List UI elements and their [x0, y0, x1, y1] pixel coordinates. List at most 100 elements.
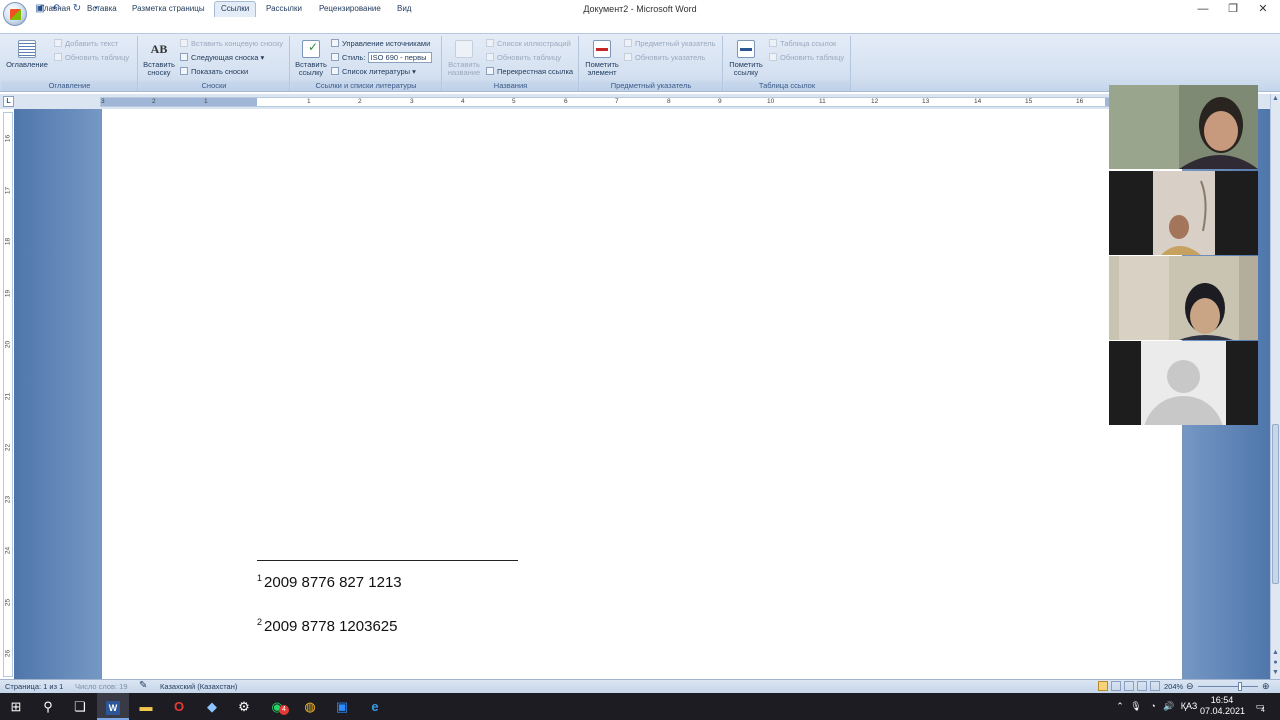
- zoom-out-icon[interactable]: ⊖: [1186, 681, 1194, 692]
- mark-citation-icon: [737, 40, 755, 58]
- manage-sources-button[interactable]: Управление источниками: [331, 38, 430, 49]
- insert-footnote-button[interactable]: AB Вставить сноску: [141, 40, 177, 77]
- zoom-slider-thumb[interactable]: [1238, 682, 1242, 691]
- notifications-icon[interactable]: ▭ 4: [1250, 693, 1270, 720]
- input-language[interactable]: ҚАЗ: [1178, 693, 1200, 720]
- zoom-in-icon[interactable]: ⊕: [1262, 681, 1270, 692]
- restore-icon[interactable]: ❐: [1218, 0, 1248, 18]
- mark-entry-button[interactable]: Пометить элемент: [582, 40, 622, 77]
- clock[interactable]: 16:54 07.04.2021: [1200, 693, 1245, 720]
- search-icon[interactable]: ⚲: [32, 693, 64, 720]
- toc-button[interactable]: Оглавление: [4, 40, 50, 69]
- edge-icon[interactable]: e: [359, 693, 391, 720]
- ruler-number: 9: [718, 98, 722, 105]
- add-text-button[interactable]: Добавить текст: [54, 38, 118, 49]
- update-toc-button[interactable]: Обновить таблицу: [54, 52, 129, 63]
- insert-authorities-button[interactable]: Таблица ссылок: [769, 38, 836, 49]
- mark-entry-line2: элемент: [587, 68, 617, 77]
- table-of-figures-button[interactable]: Список иллюстраций: [486, 38, 571, 49]
- ruler-number: 13: [922, 98, 930, 105]
- toc-label: Оглавление: [6, 60, 48, 69]
- bibliography-label: Список литературы: [342, 67, 411, 76]
- insert-index-button[interactable]: Предметный указатель: [624, 38, 716, 49]
- file-explorer-icon[interactable]: ▬: [130, 693, 162, 720]
- show-notes-label: Показать сноски: [191, 67, 249, 76]
- avatar-placeholder: [1141, 341, 1226, 425]
- print-layout-icon[interactable]: [1098, 681, 1108, 691]
- minimize-icon[interactable]: —: [1188, 0, 1218, 18]
- office-button[interactable]: [3, 2, 27, 26]
- bibliography-button[interactable]: Список литературы ▾: [331, 66, 416, 77]
- select-browse-object-icon[interactable]: ●: [1271, 659, 1280, 666]
- prev-page-icon[interactable]: ▲: [1271, 649, 1280, 656]
- next-page-icon[interactable]: ▼: [1271, 669, 1280, 676]
- close-icon[interactable]: ✕: [1248, 0, 1278, 18]
- web-layout-icon[interactable]: [1124, 681, 1134, 691]
- update-figures-button[interactable]: Обновить таблицу: [486, 52, 561, 63]
- insert-index-label: Предметный указатель: [635, 39, 716, 48]
- tab-mailings[interactable]: Рассылки: [260, 2, 308, 16]
- tab-page-layout[interactable]: Разметка страницы: [126, 2, 211, 16]
- video-tile-participant-3[interactable]: [1109, 256, 1258, 340]
- horizontal-ruler[interactable]: 3 2 1 1 2 3 4 5 6 7 8 9 10 11 12 13 14 1…: [100, 97, 1110, 107]
- tray-overflow-icon[interactable]: ⌃: [1114, 693, 1126, 720]
- ruler-number: 21: [4, 392, 12, 401]
- bibliography-icon: [331, 67, 339, 75]
- video-tile-participant-2[interactable]: [1109, 171, 1258, 255]
- show-notes-button[interactable]: Показать сноски: [180, 66, 248, 77]
- insert-citation-button[interactable]: ✓ Вставить ссылку: [293, 40, 329, 77]
- language-indicator[interactable]: Казахский (Казахстан): [160, 682, 237, 691]
- outline-view-icon[interactable]: [1137, 681, 1147, 691]
- settings-icon[interactable]: ⚙: [228, 693, 260, 720]
- video-tile-participant-4[interactable]: [1109, 341, 1258, 425]
- chrome-icon[interactable]: ◍: [294, 693, 326, 720]
- draft-view-icon[interactable]: [1150, 681, 1160, 691]
- document-page[interactable]: [101, 109, 1183, 679]
- tab-view[interactable]: Вид: [391, 2, 417, 16]
- citation-icon: ✓: [302, 40, 320, 58]
- style-icon: [331, 53, 339, 61]
- update-authorities-button[interactable]: Обновить таблицу: [769, 52, 844, 63]
- ruler-number: 4: [461, 98, 465, 105]
- app-icon[interactable]: ◆: [196, 693, 228, 720]
- network-icon[interactable]: ◔: [1146, 693, 1160, 720]
- cross-reference-button[interactable]: Перекрестная ссылка: [486, 66, 573, 77]
- footnote-2[interactable]: 2 2009 8778 1203625: [257, 617, 398, 635]
- vertical-ruler[interactable]: 16 17 18 19 20 21 22 23 24 25 26: [3, 112, 13, 677]
- insert-endnote-label: Вставить концевую сноску: [191, 39, 284, 48]
- zoom-icon[interactable]: ▣: [326, 693, 358, 720]
- update-index-button[interactable]: Обновить указатель: [624, 52, 705, 63]
- tab-insert[interactable]: Вставка: [81, 2, 123, 16]
- zoom-slider[interactable]: [1198, 686, 1258, 687]
- scroll-up-icon[interactable]: ▲: [1271, 95, 1280, 102]
- tab-references[interactable]: Ссылки: [214, 1, 257, 17]
- word-icon[interactable]: W: [97, 693, 129, 720]
- mark-citation-button[interactable]: Пометить ссылку: [726, 40, 766, 77]
- task-view-icon[interactable]: ❏: [64, 693, 96, 720]
- windows-start-icon[interactable]: ⊞: [0, 693, 32, 720]
- insert-endnote-button[interactable]: Вставить концевую сноску: [180, 38, 283, 49]
- next-footnote-label: Следующая сноска: [191, 53, 259, 62]
- video-tile-participant-1[interactable]: [1109, 85, 1258, 169]
- proofing-icon[interactable]: ✎: [139, 680, 147, 691]
- microphone-icon[interactable]: 🎙: [1130, 693, 1142, 720]
- mark-entry-icon: [593, 40, 611, 58]
- whatsapp-icon[interactable]: ◉ 4: [261, 693, 293, 720]
- word-count[interactable]: Число слов: 19: [75, 682, 128, 691]
- tab-selector[interactable]: L: [3, 96, 14, 107]
- next-footnote-button[interactable]: Следующая сноска ▾: [180, 52, 264, 63]
- scroll-thumb[interactable]: [1272, 424, 1279, 584]
- page-count[interactable]: Страница: 1 из 1: [5, 682, 63, 691]
- style-select[interactable]: ISO 690 - первы: [367, 52, 432, 63]
- tab-review[interactable]: Рецензирование: [313, 2, 387, 16]
- insert-caption-line2: название: [447, 68, 481, 77]
- zoom-level[interactable]: 204%: [1164, 682, 1183, 691]
- insert-caption-button[interactable]: Вставить название: [445, 40, 483, 77]
- footnote-1[interactable]: 1 2009 8776 827 1213: [257, 573, 402, 591]
- tab-home[interactable]: Главная: [34, 2, 76, 16]
- style-row: Стиль: ISO 690 - первы: [331, 52, 432, 63]
- full-screen-reading-icon[interactable]: [1111, 681, 1121, 691]
- volume-icon[interactable]: 🔊: [1162, 693, 1176, 720]
- vertical-scrollbar[interactable]: ▲ ▲ ● ▼: [1270, 94, 1280, 679]
- opera-icon[interactable]: O: [163, 693, 195, 720]
